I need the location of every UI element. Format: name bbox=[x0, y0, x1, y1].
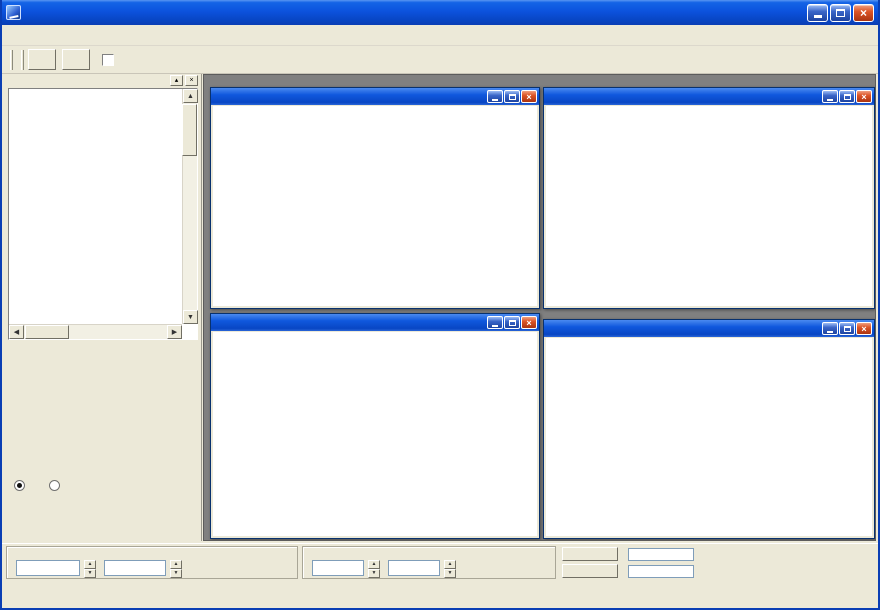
panel-header: ▴ × bbox=[4, 74, 201, 87]
marker-controls bbox=[562, 546, 738, 580]
delay-input[interactable] bbox=[104, 560, 166, 576]
new-trace-radio[interactable] bbox=[49, 480, 60, 491]
minimize-button[interactable] bbox=[807, 3, 828, 22]
child-minimize-button[interactable] bbox=[822, 90, 838, 103]
time-domain-chart-area bbox=[213, 106, 537, 306]
toolbar bbox=[2, 46, 878, 74]
child-close-button[interactable]: × bbox=[521, 316, 537, 329]
continuous-sweep-checkbox[interactable] bbox=[102, 53, 114, 66]
menubar bbox=[2, 25, 878, 46]
scroll-right-button[interactable]: ▶ bbox=[167, 325, 182, 339]
child-minimize-button[interactable] bbox=[487, 90, 503, 103]
child-maximize-button[interactable] bbox=[839, 90, 855, 103]
titlebar: × bbox=[2, 0, 878, 25]
time-domain-chart bbox=[213, 106, 537, 306]
scroll-down-button[interactable]: ▼ bbox=[183, 310, 198, 324]
app-icon bbox=[6, 5, 21, 20]
child-maximize-button[interactable] bbox=[504, 90, 520, 103]
toolbar-grip-2[interactable] bbox=[21, 49, 24, 70]
child-minimize-button[interactable] bbox=[487, 316, 503, 329]
child-titlebar-rlcg[interactable]: × bbox=[544, 320, 874, 337]
analysis-tree: ▲ ▼ ◀ ▶ bbox=[8, 88, 198, 340]
scroll-up-button[interactable]: ▲ bbox=[183, 89, 198, 103]
marker-1-x-input[interactable] bbox=[628, 547, 694, 561]
child-window-rlcg: × bbox=[543, 319, 875, 539]
child-window-time-domain: × bbox=[210, 87, 540, 309]
child-close-button[interactable]: × bbox=[856, 90, 872, 103]
new-plot-option[interactable] bbox=[14, 480, 29, 491]
status-bar bbox=[2, 581, 878, 608]
marker-1-button[interactable] bbox=[562, 547, 618, 561]
h-units-div-spinner[interactable]: ▲ ▼ bbox=[84, 560, 96, 578]
child-window-frequency-domain: × bbox=[543, 87, 875, 309]
mdi-workspace: × × × × bbox=[203, 74, 876, 541]
child-close-button[interactable]: × bbox=[521, 90, 537, 103]
bottom-controls: ▲ ▼ ▲ ▼ ▲ ▼ ▲ ▼ bbox=[2, 543, 878, 581]
horizontal-group: ▲ ▼ ▲ ▼ bbox=[6, 546, 298, 579]
panel-close-button[interactable]: × bbox=[185, 75, 198, 86]
marker-2-x-input[interactable] bbox=[628, 564, 694, 578]
child-maximize-button[interactable] bbox=[839, 322, 855, 335]
frequency-domain-chart-area bbox=[546, 106, 872, 306]
ref-level-spinner[interactable]: ▲ ▼ bbox=[444, 560, 456, 578]
v-units-div-input[interactable] bbox=[312, 560, 364, 576]
h-units-div-input[interactable] bbox=[16, 560, 80, 576]
scroll-left-button[interactable]: ◀ bbox=[9, 325, 24, 339]
ref-level-input[interactable] bbox=[388, 560, 440, 576]
data-analysis-panel: ▴ × ▲ ▼ ◀ ▶ bbox=[4, 74, 202, 541]
marker-2-button[interactable] bbox=[562, 564, 618, 578]
measure-button[interactable] bbox=[28, 49, 56, 70]
panel-pin-button[interactable]: ▴ bbox=[170, 75, 183, 86]
app-window: × ▴ × ▲ ▼ ◀ ▶ × × × × ▲ ▼ ▲ ▼ ▲ ▼ ▲ ▼ bbox=[0, 0, 880, 610]
eye-diagram-chart-area bbox=[213, 332, 537, 536]
child-titlebar-frequency-domain[interactable]: × bbox=[544, 88, 874, 105]
child-close-button[interactable]: × bbox=[856, 322, 872, 335]
eye-diagram-chart bbox=[213, 332, 537, 536]
child-titlebar-time-domain[interactable]: × bbox=[211, 88, 539, 105]
horizontal-label bbox=[12, 548, 292, 559]
child-titlebar-eye-diagram[interactable]: × bbox=[211, 314, 539, 331]
new-plot-radio[interactable] bbox=[14, 480, 25, 491]
toolbar-grip[interactable] bbox=[10, 49, 13, 70]
vertical-label bbox=[308, 548, 550, 559]
child-window-eye-diagram: × bbox=[210, 313, 540, 539]
input-match-chart bbox=[546, 106, 872, 306]
rlcg-chart bbox=[546, 338, 872, 536]
vertical-scroll-thumb[interactable] bbox=[182, 104, 197, 156]
stop-button[interactable] bbox=[62, 49, 90, 70]
child-minimize-button[interactable] bbox=[822, 322, 838, 335]
close-button[interactable]: × bbox=[853, 3, 874, 22]
v-units-div-spinner[interactable]: ▲ ▼ bbox=[368, 560, 380, 578]
plot-mode-options bbox=[14, 480, 64, 491]
vertical-group: ▲ ▼ ▲ ▼ bbox=[302, 546, 556, 579]
child-maximize-button[interactable] bbox=[504, 316, 520, 329]
horizontal-scroll-thumb[interactable] bbox=[25, 325, 69, 339]
maximize-button[interactable] bbox=[830, 3, 851, 22]
delay-spinner[interactable]: ▲ ▼ bbox=[170, 560, 182, 578]
new-trace-option[interactable] bbox=[49, 480, 64, 491]
rlcg-chart-area bbox=[546, 338, 872, 536]
